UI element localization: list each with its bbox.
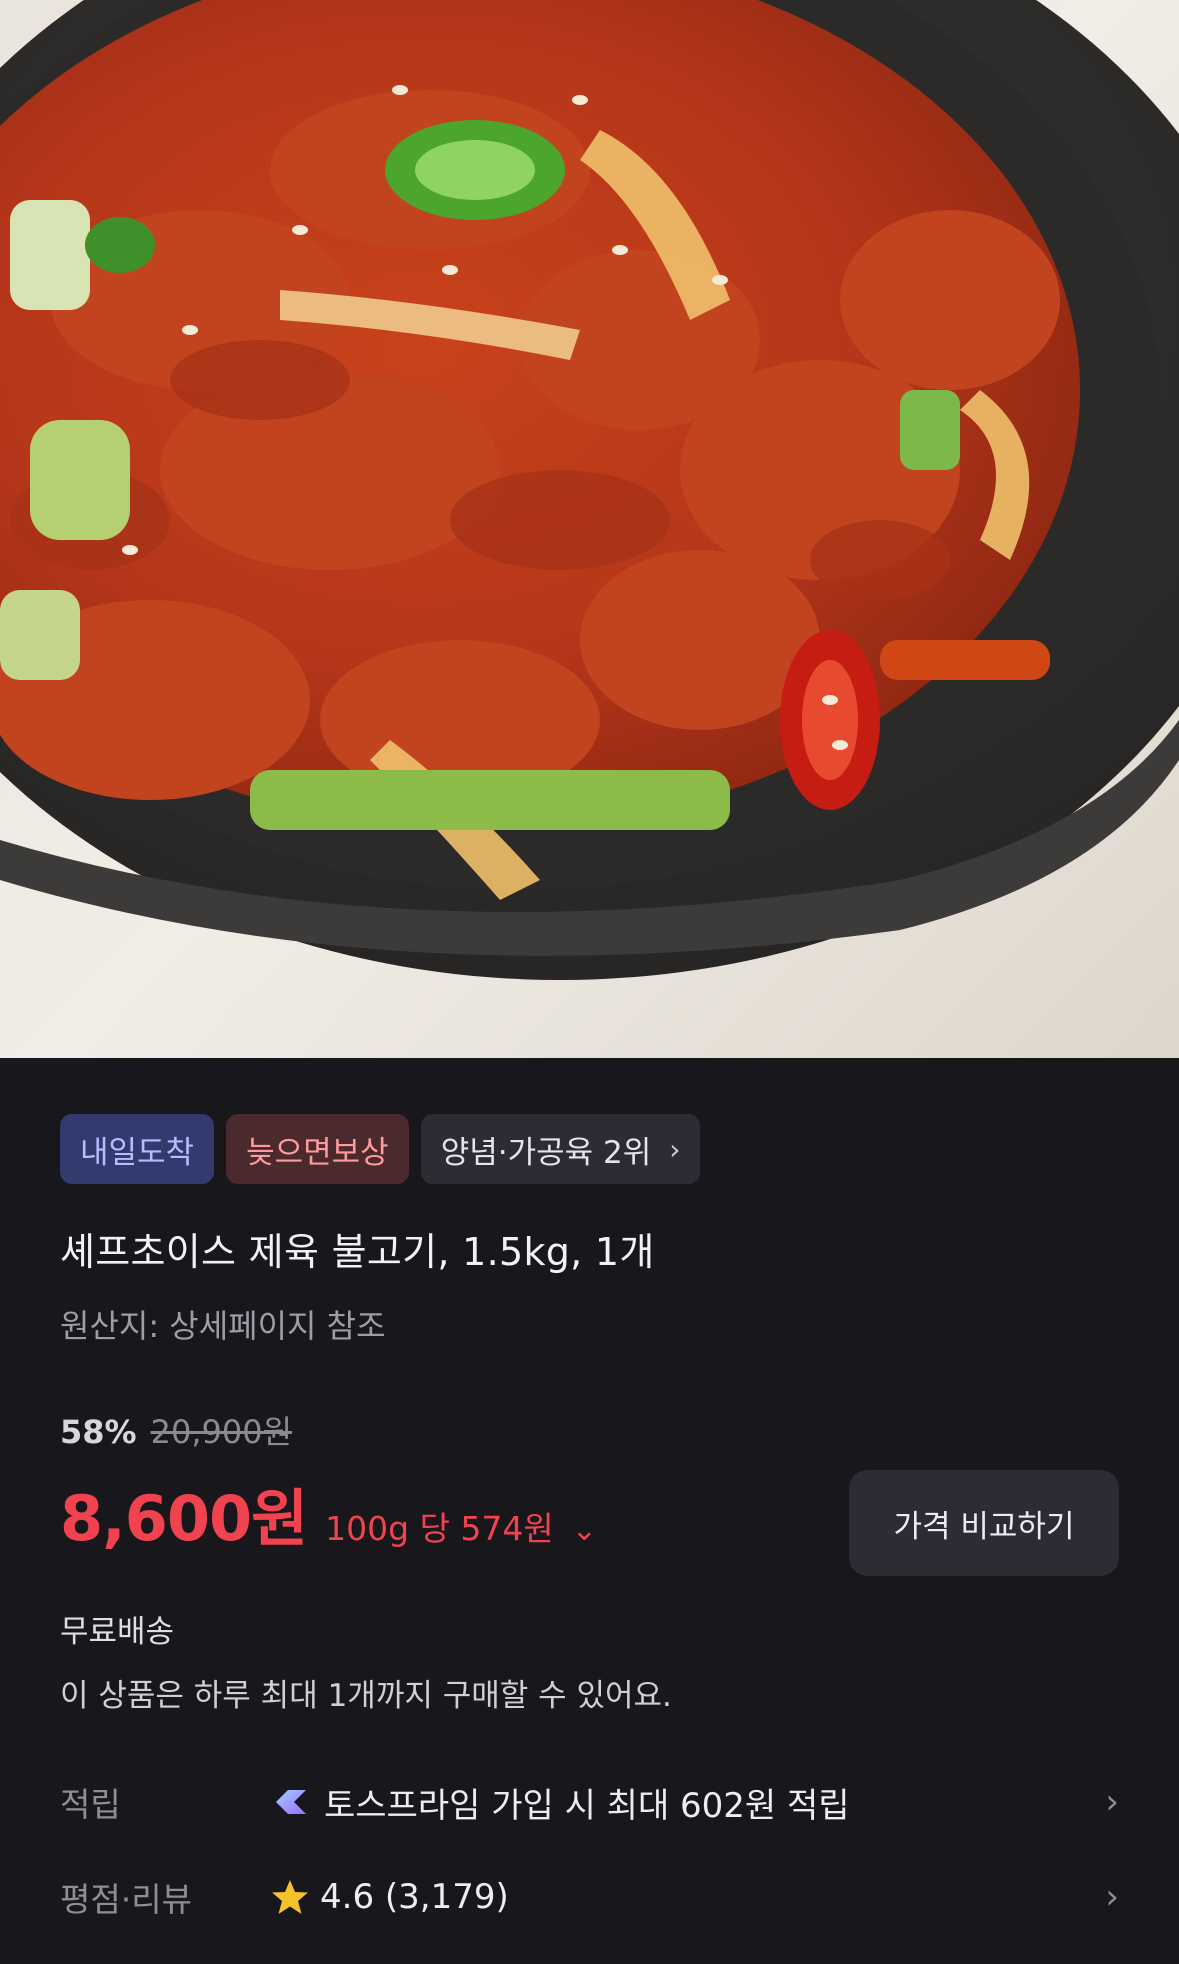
- tomorrow-arrival-badge: 내일도착: [60, 1114, 215, 1184]
- category-rank-badge[interactable]: 양념·가공육 2위 ›: [420, 1114, 701, 1184]
- badge-row: 내일도착 늦으면보상 양념·가공육 2위 ›: [60, 1114, 701, 1184]
- bulgogi-dish-illustration: [0, 0, 1179, 980]
- product-title: 셰프초이스 제육 불고기, 1.5kg, 1개: [60, 1230, 655, 1274]
- reviews-row[interactable]: 평점·리뷰 4.6 (3,179) ›: [60, 1867, 1119, 1927]
- free-shipping-label: 무료배송: [60, 1614, 175, 1650]
- rewards-value: 토스프라임 가입 시 최대 602원 적립: [270, 1778, 1089, 1827]
- sale-price: 8,600원: [60, 1482, 308, 1555]
- discount-rate: 58%: [60, 1413, 137, 1451]
- compare-price-button[interactable]: 가격 비교하기: [849, 1470, 1119, 1576]
- chevron-right-icon: ›: [669, 1132, 681, 1166]
- purchase-limit-notice: 이 상품은 하루 최대 1개까지 구매할 수 있어요.: [60, 1678, 672, 1714]
- product-info-panel: 내일도착 늦으면보상 양념·가공육 2위 › 셰프초이스 제육 불고기, 1.5…: [0, 1058, 1179, 1964]
- price-row: 8,600원 100g 당 574원 ⌄: [60, 1468, 597, 1558]
- discount-row: 58% 20,900원: [60, 1407, 292, 1453]
- chevron-down-icon[interactable]: ⌄: [572, 1513, 597, 1548]
- reviews-value: 4.6 (3,179): [270, 1877, 1089, 1917]
- toss-prime-icon: [276, 1790, 306, 1814]
- reviews-label: 평점·리뷰: [60, 1880, 192, 1919]
- star-icon: [272, 1880, 308, 1914]
- rewards-text: 토스프라임 가입 시 최대 602원 적립: [324, 1785, 850, 1826]
- product-image[interactable]: [0, 0, 1179, 1058]
- rating-text: 4.6 (3,179): [320, 1877, 509, 1917]
- origin-info: 원산지: 상세페이지 참조: [60, 1307, 386, 1345]
- original-price: 20,900원: [150, 1413, 293, 1451]
- chevron-right-icon: ›: [1105, 1782, 1119, 1822]
- rewards-label: 적립: [60, 1785, 121, 1824]
- chevron-right-icon: ›: [1105, 1877, 1119, 1917]
- category-rank-label: 양념·가공육 2위: [440, 1134, 652, 1171]
- late-compensation-badge: 늦으면보상: [226, 1114, 409, 1184]
- rewards-row[interactable]: 적립 토스프라임 가입 시 최대 602원 적립 ›: [60, 1772, 1119, 1832]
- unit-price[interactable]: 100g 당 574원: [325, 1502, 554, 1550]
